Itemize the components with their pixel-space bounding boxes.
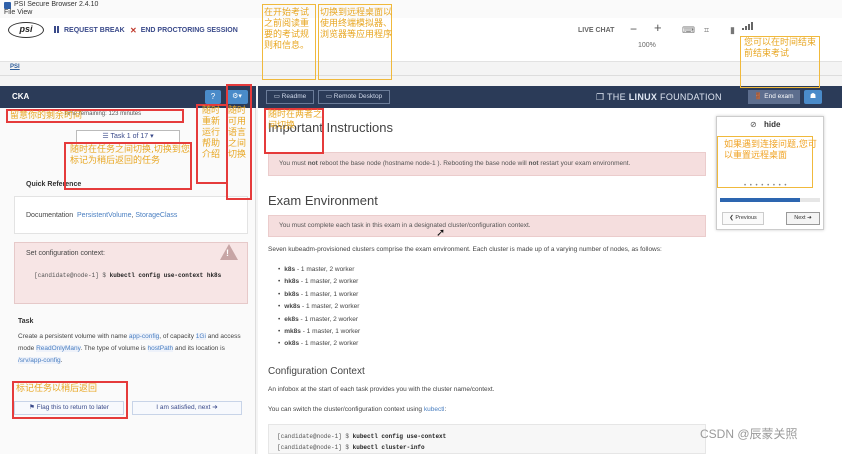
task-heading: Task: [18, 318, 34, 325]
live-chat-button[interactable]: LIVE CHAT: [578, 27, 614, 34]
menu-icon: ☗: [809, 93, 817, 100]
exam-name: CKA: [12, 92, 30, 101]
zoom-level: 100%: [638, 42, 656, 49]
cluster-item: hk8s - 1 master, 2 worker: [278, 276, 360, 288]
cluster-item: k8s - 1 master, 2 worker: [278, 264, 360, 276]
persistentvolume-link[interactable]: PersistentVolume: [77, 212, 131, 219]
close-icon: ✕: [130, 26, 137, 35]
previous-button[interactable]: ❮ Previous: [722, 212, 764, 225]
tour-progress-fill: [720, 198, 800, 202]
battery-icon: ▮: [730, 25, 735, 35]
window-titlebar: PSI Secure Browser 2.4.10 File View: [0, 0, 842, 18]
documentation-links: Documentation PersistentVolume, StorageC…: [26, 212, 178, 219]
warning-icon-mark: !: [226, 248, 229, 258]
tab-psi[interactable]: PSI: [10, 64, 20, 70]
tour-progress: [720, 198, 820, 202]
warning-icon: [220, 244, 238, 260]
remote-desktop-button[interactable]: ▭ Remote Desktop: [318, 90, 390, 104]
exam-environment-title: Exam Environment: [268, 193, 378, 208]
annotation-switch2: 随时在两者之间切换: [268, 110, 323, 131]
readme-button[interactable]: ▭ Readme: [266, 90, 314, 104]
code-line: [candidate@node-1] $ kubectl cluster-inf…: [277, 444, 425, 451]
annotation-readme: 在开始考试之前阅读重要的考试规则和信息。: [264, 8, 310, 51]
zoom-out-button[interactable]: −: [630, 22, 637, 36]
help-button[interactable]: ?: [205, 90, 221, 104]
divider: [0, 75, 842, 76]
code-line: [candidate@node-1] $ kubectl config use-…: [277, 433, 447, 440]
psi-logo: psi: [8, 22, 44, 38]
annotation-remote: 切换到远程桌面以使用终端模拟器、浏览器等应用程序: [320, 8, 393, 40]
switch-context-text: You can switch the cluster/configuration…: [268, 406, 447, 413]
keyboard-icon[interactable]: ⌨: [682, 25, 695, 36]
storageclass-link[interactable]: StorageClass: [135, 212, 177, 219]
crop-icon[interactable]: ⌗: [704, 25, 709, 36]
app-icon: [4, 1, 11, 9]
cluster-list: k8s - 1 master, 2 workerhk8s - 1 master,…: [278, 264, 360, 351]
cluster-item: mk8s - 1 master, 1 worker: [278, 326, 360, 338]
eye-slash-icon[interactable]: ⊘: [750, 120, 757, 129]
signal-icon: [742, 22, 753, 30]
annotation-time: 留意你的剩余时间: [10, 111, 83, 121]
end-proctoring-button[interactable]: ✕ END PROCTORING SESSION: [130, 26, 238, 35]
next-button[interactable]: Next ➔: [786, 212, 820, 225]
annotation-flag: 标记任务以稍后返回: [16, 384, 98, 394]
context-warning: You must complete each task in this exam…: [268, 215, 706, 237]
infobox-text: An infobox at the start of each task pro…: [268, 386, 495, 393]
annotation-end: 您可以在时间结束前结束考试: [744, 38, 817, 59]
watermark: CSDN @辰蒙关照: [700, 427, 798, 441]
menu-button[interactable]: ☗: [804, 90, 822, 104]
code-block[interactable]: [candidate@node-1] $ kubectl config use-…: [268, 424, 706, 454]
cluster-item: ek8s - 1 master, 2 worker: [278, 314, 360, 326]
cluster-item: wk8s - 1 master, 2 worker: [278, 301, 360, 313]
annotation-switch: 随时在任务之间切换,切换到您标记为稍后返回的任务: [70, 145, 190, 166]
annotation-lang: 随时可用语言之间切换: [228, 106, 247, 160]
cluster-item: ok8s - 1 master, 2 worker: [278, 338, 360, 350]
proctor-toolbar: [0, 18, 842, 62]
question-icon: ?: [210, 92, 216, 101]
screen: PSI Secure Browser 2.4.10 File View psi …: [0, 0, 842, 454]
mouse-cursor: ➚: [436, 227, 446, 239]
cluster-item: bk8s - 1 master, 1 worker: [278, 289, 360, 301]
hide-button[interactable]: hide: [764, 120, 780, 129]
zoom-in-button[interactable]: +: [654, 20, 662, 35]
end-exam-button[interactable]: 🚪 End exam: [748, 90, 800, 104]
configuration-context-title: Configuration Context: [268, 366, 365, 377]
annotation-popup: 如果遇到连接问题,您可以重置远程桌面: [724, 140, 817, 161]
context-command[interactable]: [candidate@node-1] $ kubectl config use-…: [34, 270, 234, 281]
task-description: Create a persistent volume with name app…: [18, 333, 241, 364]
context-label: Set configuration context:: [26, 250, 105, 257]
next-task-button[interactable]: I am satisfied, next ➔: [132, 401, 242, 415]
menu-bar[interactable]: File View: [4, 9, 838, 17]
window-title: PSI Secure Browser 2.4.10: [14, 1, 99, 8]
annotation-help: 随时重新运行帮助介绍: [202, 106, 221, 160]
pause-icon: [54, 26, 60, 35]
request-break-button[interactable]: REQUEST BREAK: [54, 26, 125, 35]
reboot-warning: You must not reboot the base node (hostn…: [268, 152, 706, 176]
linux-foundation-logo: ❐ THE LINUX FOUNDATION: [596, 92, 722, 102]
clusters-intro: Seven kubeadm-provisioned clusters compr…: [268, 246, 662, 253]
